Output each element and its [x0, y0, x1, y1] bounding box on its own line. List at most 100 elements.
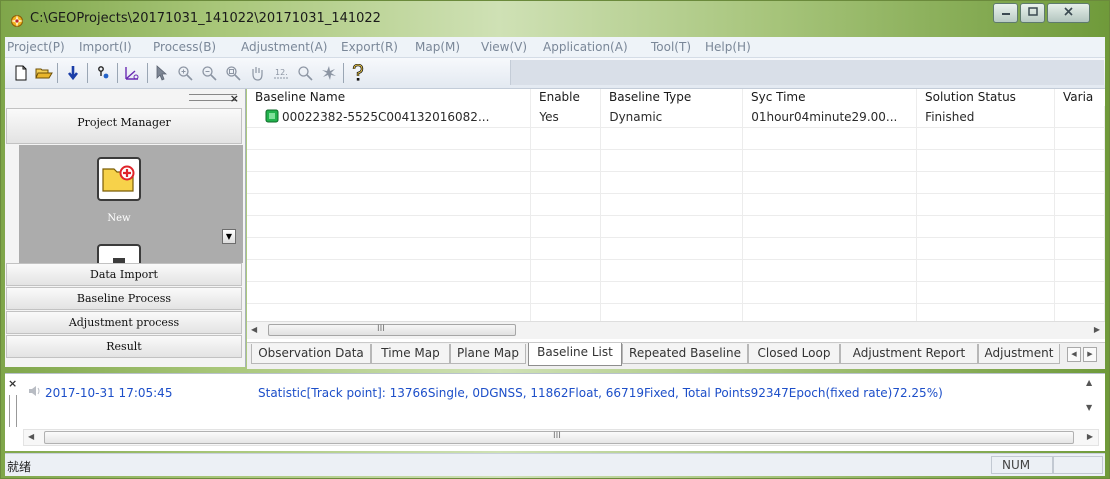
svg-text:12.: 12. [275, 68, 288, 77]
table-row [247, 149, 1105, 172]
title-bar[interactable]: C:\GEOProjects\20171031_141022\20171031_… [1, 1, 1109, 37]
output-scroll-left-icon[interactable]: ◀ [28, 432, 34, 441]
menu-export[interactable]: Export(R) [341, 40, 398, 54]
menu-bar: Project(P) Import(I) Process(B) Adjustme… [5, 37, 1105, 58]
new-project-button[interactable] [97, 157, 141, 201]
data-import-section[interactable]: Data Import [6, 263, 242, 286]
application-window: C:\GEOProjects\20171031_141022\20171031_… [0, 0, 1110, 479]
zoom-window-icon[interactable] [295, 63, 315, 83]
output-close-icon[interactable]: × [8, 377, 17, 390]
view-tabs: Observation Data Time Map Plane Map Base… [247, 342, 1105, 369]
tab-scroll-left-icon[interactable]: ◀ [1067, 347, 1081, 362]
minimize-icon [1001, 7, 1011, 20]
table-row [247, 127, 1105, 150]
table-row [247, 237, 1105, 260]
table-row [247, 215, 1105, 238]
baseline-list-view: Baseline Name Enable Baseline Type Syc T… [247, 89, 1105, 367]
column-header-enable[interactable]: Enable [531, 89, 601, 106]
minimize-button[interactable] [993, 3, 1018, 23]
table-row [247, 193, 1105, 216]
window-title: C:\GEOProjects\20171031_141022\20171031_… [30, 11, 381, 26]
baseline-table: 00022382-5525C004132016082... Yes Dynami… [247, 106, 1105, 326]
close-button[interactable] [1047, 3, 1090, 23]
column-header-syc-time[interactable]: Syc Time [743, 89, 917, 106]
app-logo-icon [10, 14, 24, 28]
table-scroll-thumb[interactable]: III [268, 324, 516, 336]
tab-time-map[interactable]: Time Map [371, 344, 450, 364]
enable-cell: Yes [530, 106, 602, 128]
column-header-baseline-type[interactable]: Baseline Type [601, 89, 743, 106]
log-message: Statistic[Track point]: 13766Single, 0DG… [258, 386, 943, 400]
tab-repeated-baseline[interactable]: Repeated Baseline [622, 344, 748, 364]
menu-view[interactable]: View(V) [481, 40, 527, 54]
process-icon[interactable] [93, 63, 113, 83]
column-header-baseline-name[interactable]: Baseline Name [247, 89, 531, 106]
menu-map[interactable]: Map(M) [415, 40, 460, 54]
baseline-name-cell: 00022382-5525C004132016082... [282, 110, 490, 124]
output-scroll-right-icon[interactable]: ▶ [1087, 432, 1093, 441]
table-row[interactable]: 00022382-5525C004132016082... Yes Dynami… [247, 106, 1105, 128]
scroll-down-icon[interactable]: ▼ [1086, 403, 1092, 412]
close-icon [1063, 6, 1074, 20]
output-vertical-scrollbar[interactable]: ▲ ▼ [1083, 378, 1097, 418]
column-header-variance[interactable]: Varia [1055, 89, 1105, 106]
tab-observation-data[interactable]: Observation Data [251, 344, 371, 364]
scroll-left-icon[interactable]: ◀ [251, 325, 257, 334]
scroll-right-icon[interactable]: ▶ [1094, 325, 1100, 334]
adjustment-icon[interactable] [123, 63, 143, 83]
zoom-out-icon[interactable] [199, 63, 219, 83]
import-arrow-icon[interactable] [63, 63, 83, 83]
table-row [247, 281, 1105, 304]
output-grip[interactable] [9, 395, 17, 427]
refresh-icon[interactable] [319, 63, 339, 83]
help-icon[interactable] [348, 63, 368, 83]
log-timestamp: 2017-10-31 17:05:45 [45, 386, 173, 400]
open-folder-icon[interactable] [34, 63, 54, 83]
project-manager-panel: × Project Manager New ▼ Data Import Base… [5, 89, 246, 367]
column-header-solution-status[interactable]: Solution Status [917, 89, 1055, 106]
menu-application[interactable]: Application(A) [543, 40, 628, 54]
new-document-icon[interactable] [11, 63, 31, 83]
measure-icon[interactable]: 12. [271, 63, 291, 83]
select-pointer-icon[interactable] [151, 63, 171, 83]
table-horizontal-scrollbar[interactable]: ◀ III ▶ [247, 321, 1105, 339]
panel-close-icon[interactable]: × [230, 92, 239, 105]
project-manager-header[interactable]: Project Manager [6, 108, 242, 144]
baseline-process-section[interactable]: Baseline Process [6, 287, 242, 310]
adjustment-process-section[interactable]: Adjustment process [6, 311, 242, 334]
tab-adjustment-report[interactable]: Adjustment Report [840, 344, 978, 364]
pan-hand-icon[interactable] [247, 63, 267, 83]
panel-scroll-down-icon[interactable]: ▼ [222, 229, 236, 244]
scroll-grip-label: III [377, 324, 385, 334]
table-row [247, 171, 1105, 194]
status-text: 就绪 [7, 460, 32, 474]
maximize-button[interactable] [1020, 3, 1045, 23]
output-scroll-thumb[interactable]: III [44, 431, 1074, 444]
menu-tool[interactable]: Tool(T) [651, 40, 691, 54]
menu-help[interactable]: Help(H) [705, 40, 751, 54]
tab-scroll-right-icon[interactable]: ▶ [1083, 347, 1097, 362]
status-bar: 就绪 NUM [5, 453, 1105, 476]
menu-adjustment[interactable]: Adjustment(A) [241, 40, 327, 54]
output-scroll-grip-label: III [553, 431, 561, 441]
variance-cell [1054, 106, 1105, 128]
result-section[interactable]: Result [6, 335, 242, 358]
tab-plane-map[interactable]: Plane Map [450, 344, 526, 364]
num-lock-indicator: NUM [991, 456, 1053, 474]
zoom-in-icon[interactable] [175, 63, 195, 83]
menu-project[interactable]: Project(P) [7, 40, 65, 54]
syc-time-cell: 01hour04minute29.00... [742, 106, 918, 128]
scroll-up-icon[interactable]: ▲ [1086, 378, 1092, 387]
zoom-extent-icon[interactable] [223, 63, 243, 83]
tab-adjustment[interactable]: Adjustment [978, 344, 1060, 364]
menu-import[interactable]: Import(I) [79, 40, 132, 54]
table-row [247, 259, 1105, 282]
menu-process[interactable]: Process(B) [153, 40, 216, 54]
solution-status-cell: Finished [916, 106, 1056, 128]
output-horizontal-scrollbar[interactable]: ◀ III ▶ [23, 429, 1099, 446]
toolbar: 12. [5, 58, 1105, 89]
resize-grip[interactable] [1053, 456, 1103, 474]
tab-closed-loop[interactable]: Closed Loop [748, 344, 840, 364]
tab-baseline-list[interactable]: Baseline List [528, 343, 622, 366]
new-project-label: New [107, 213, 131, 224]
